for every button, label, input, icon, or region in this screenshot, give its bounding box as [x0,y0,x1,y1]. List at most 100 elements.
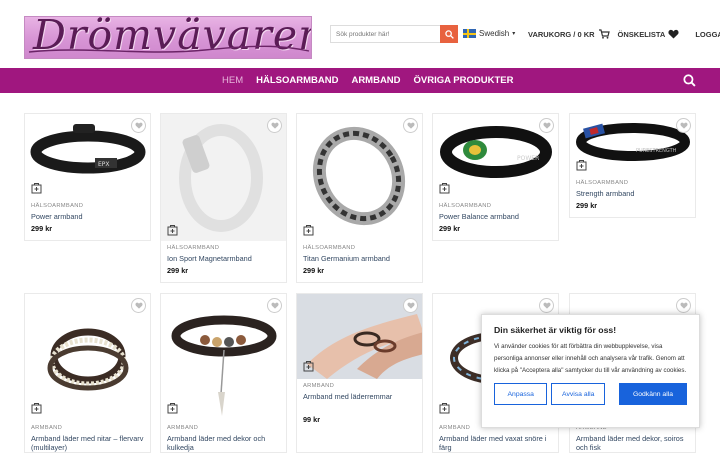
nav-search-icon[interactable] [683,74,696,87]
swedish-flag-icon [463,29,476,38]
product-image[interactable]: EPX [25,114,150,199]
wishlist-label: ÖNSKELISTA [617,29,666,39]
heart-icon [270,122,279,129]
nav-item-armband[interactable]: ARMBAND [351,75,400,86]
product-image[interactable]: PURESTRENGTH [570,114,695,176]
product-image[interactable] [297,114,422,241]
product-category[interactable]: HÄLSOARMBAND [167,245,280,251]
product-image[interactable] [161,294,286,421]
wishlist-heart-button[interactable] [539,118,554,133]
add-to-cart-icon[interactable] [31,182,42,194]
nav-item-home[interactable]: HEM [222,75,243,86]
accept-all-button[interactable]: Godkänn alla [618,383,688,406]
product-name[interactable]: Power Balance armband [439,212,552,221]
svg-text:POWER: POWER [517,155,539,162]
customize-button[interactable]: Anpassa [494,383,548,406]
nav-item-halsoarmband[interactable]: HÄLSOARMBAND [256,75,338,86]
product-name[interactable]: Power armband [31,212,144,221]
site-header: Drömvävaren Swedish ▾ VARUKORG / 0 KR ÖN… [0,0,720,68]
product-name[interactable]: Armband läder med vaxat snöre i färg [439,434,552,452]
product-category[interactable]: ARMBAND [167,425,280,431]
product-image[interactable] [25,294,150,421]
login-label: LOGGA IN [695,29,720,39]
product-category[interactable]: HÄLSOARMBAND [31,203,144,209]
cookie-title: Din säkerhet är viktig för oss! [494,325,617,335]
language-selector[interactable]: Swedish ▾ [463,29,515,38]
product-image[interactable] [297,294,422,379]
add-to-cart-icon[interactable] [303,360,314,372]
wishlist-heart-button[interactable] [131,118,146,133]
product-price: 299 kr [31,224,53,234]
product-card[interactable]: ARMBAND Armband läder med nitar – flerva… [24,293,151,453]
heart-icon [542,302,551,309]
chevron-down-icon: ▾ [512,31,516,37]
search-box [330,25,457,43]
product-name[interactable]: Ion Sport Magnetarmband [167,254,280,263]
heart-icon [406,302,415,309]
product-category[interactable]: ARMBAND [303,383,416,389]
add-to-cart-icon[interactable] [167,224,178,236]
search-input[interactable] [331,26,441,42]
product-price: 299 kr [439,224,461,234]
add-to-cart-icon[interactable] [31,402,42,414]
product-price: 299 kr [576,201,598,211]
product-category[interactable]: HÄLSOARMBAND [439,203,552,209]
product-name[interactable]: Armband med läderremmar [303,392,416,401]
wishlist-heart-button[interactable] [676,118,691,133]
add-to-cart-icon[interactable] [167,402,178,414]
heart-icon [270,302,279,309]
nav-item-ovriga-produkter[interactable]: ÖVRIGA PRODUKTER [414,75,514,86]
cart-icon [598,29,610,39]
logo-swirl [28,45,310,53]
wishlist-heart-button[interactable] [676,298,691,313]
product-card[interactable]: ARMBAND Armband med läderremmar 99 kr [296,293,423,453]
product-category[interactable]: HÄLSOARMBAND [303,245,416,251]
svg-text:EPX: EPX [98,161,110,168]
product-name[interactable]: Armband läder med dekor och kulkedja [167,434,280,452]
product-info: ARMBAND Armband med läderremmar 99 kr [297,379,422,428]
heart-icon [679,122,688,129]
wishlist-link[interactable]: ÖNSKELISTA [618,29,680,39]
product-card[interactable]: HÄLSOARMBAND Ion Sport Magnetarmband 299… [160,113,287,283]
search-button[interactable] [440,25,458,43]
cookie-consent-dialog: Din säkerhet är viktig för oss! Vi använ… [481,314,700,428]
product-category[interactable]: HÄLSOARMBAND [576,180,689,186]
product-image[interactable] [161,114,286,241]
wishlist-heart-button[interactable] [403,118,418,133]
product-price: 99 kr [303,415,321,425]
add-to-cart-icon[interactable] [439,182,450,194]
reject-all-button[interactable]: Avvisa alla [551,383,605,406]
product-info: HÄLSOARMBAND Titan Germanium armband 299… [297,241,422,279]
product-info: ARMBAND Armband läder med dekor och kulk… [161,421,286,452]
product-card[interactable]: EPX HÄLSOARMBAND Power armband 299 kr [24,113,151,241]
login-link[interactable]: LOGGA IN [695,30,720,39]
cart-link[interactable]: VARUKORG / 0 KR [528,29,610,39]
wishlist-heart-button[interactable] [131,298,146,313]
bracelet-image [161,114,286,241]
product-name[interactable]: Armband läder med nitar – flervarv (mult… [31,434,144,452]
product-price: 299 kr [167,266,189,276]
product-name[interactable]: Strength armband [576,189,689,198]
site-logo[interactable]: Drömvävaren [24,16,312,59]
product-card[interactable]: HÄLSOARMBAND Titan Germanium armband 299… [296,113,423,283]
wishlist-heart-button[interactable] [267,298,282,313]
product-name[interactable]: Titan Germanium armband [303,254,416,263]
product-image[interactable]: POWER [433,114,558,199]
bracelet-image [312,126,406,226]
product-name[interactable]: Armband läder med dekor, soiros och fisk [576,434,689,452]
product-info: HÄLSOARMBAND Power armband 299 kr [25,199,150,237]
account-nav: VARUKORG / 0 KR ÖNSKELISTA LOGGA IN [528,29,720,39]
add-to-cart-icon[interactable] [439,402,450,414]
heart-icon [134,122,143,129]
product-card[interactable]: ARMBAND Armband läder med dekor och kulk… [160,293,287,453]
product-card[interactable]: PURESTRENGTH HÄLSOARMBAND Strength armba… [569,113,696,218]
wishlist-heart-button[interactable] [403,298,418,313]
product-card[interactable]: POWER HÄLSOARMBAND Power Balance armband… [432,113,559,241]
product-info: HÄLSOARMBAND Power Balance armband 299 k… [433,199,558,237]
product-category[interactable]: ARMBAND [31,425,144,431]
add-to-cart-icon[interactable] [303,224,314,236]
cookie-buttons: Anpassa Avvisa alla Godkänn alla [494,383,688,406]
add-to-cart-icon[interactable] [576,159,587,171]
wishlist-heart-button[interactable] [539,298,554,313]
wishlist-heart-button[interactable] [267,118,282,133]
